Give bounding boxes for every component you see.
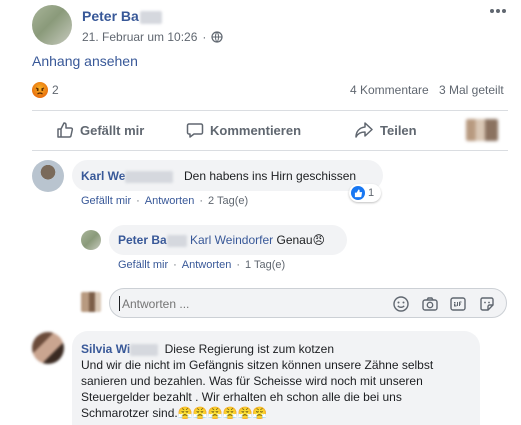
separator-dot: · [199, 195, 203, 207]
comment-author-avatar[interactable] [32, 160, 64, 192]
redaction-mark [125, 170, 174, 183]
comment-button[interactable]: Kommentieren [186, 121, 301, 139]
separator-dot: · [136, 195, 140, 207]
comment-button-label: Kommentieren [210, 122, 302, 138]
redaction-mark [166, 234, 187, 247]
current-user-avatar [81, 292, 101, 312]
comment-like-link[interactable]: Gefällt mir [81, 195, 131, 207]
separator-dot: · [173, 259, 177, 271]
emoji-picker-button[interactable] [392, 295, 410, 316]
reply-input-container[interactable] [109, 288, 507, 318]
shares-count-link[interactable]: 3 Mal geteilt [439, 83, 504, 97]
divider [32, 110, 508, 111]
camera-button[interactable] [421, 295, 439, 316]
gif-icon [450, 297, 466, 311]
comment-author-name[interactable]: Karl We [81, 169, 174, 183]
comment-text: Den habens ins Hirn geschissen [184, 169, 357, 183]
smiley-icon [393, 296, 409, 312]
reply-author-name[interactable]: Peter Ba [118, 233, 187, 247]
profile-selector-avatar[interactable] [466, 119, 498, 141]
reply-mention[interactable]: Karl Weindorfer [190, 233, 273, 247]
share-button[interactable]: Teilen [354, 121, 417, 139]
attachment-link[interactable]: Anhang ansehen [32, 53, 138, 69]
reply-body: Karl Weindorfer Genau😠 [190, 233, 325, 247]
reply-actions: Gefällt mir · Antworten · 1 Tag(e) [118, 259, 285, 271]
post-author-avatar[interactable] [32, 5, 72, 45]
separator-dot: · [236, 259, 240, 271]
reply-reply-link[interactable]: Antworten [182, 259, 232, 271]
like-reaction-icon [351, 186, 365, 200]
globe-icon [211, 31, 224, 43]
share-icon [355, 122, 373, 138]
like-button[interactable]: Gefällt mir [56, 121, 144, 139]
redaction-mark [130, 343, 159, 356]
post-options-button[interactable] [488, 4, 508, 18]
post-meta: 21. Februar um 10:26 · [82, 30, 224, 44]
reply-input[interactable] [122, 295, 382, 312]
meta-separator: · [202, 30, 207, 44]
gif-button[interactable] [449, 295, 467, 316]
emoji-sequence: 😤😤😤😤😤😤 [177, 406, 268, 420]
comment-body: Silvia Wi Diese Regierung ist zum kotzen… [81, 341, 473, 421]
comment-author-avatar[interactable] [32, 332, 64, 364]
reaction-count: 2 [52, 83, 59, 97]
comments-count-link[interactable]: 4 Kommentare [350, 83, 429, 97]
sticker-icon [480, 297, 494, 311]
comment-time[interactable]: 2 Tag(e) [208, 195, 248, 207]
camera-icon [422, 297, 438, 311]
comment-reply-link[interactable]: Antworten [145, 195, 195, 207]
comment-actions: Gefällt mir · Antworten · 2 Tag(e) [81, 195, 248, 207]
comment-icon [186, 123, 204, 138]
like-button-label: Gefällt mir [80, 122, 145, 138]
reply-like-link[interactable]: Gefällt mir [118, 259, 168, 271]
reply-author-avatar[interactable] [81, 230, 101, 250]
share-button-label: Teilen [380, 122, 417, 138]
reply-time[interactable]: 1 Tag(e) [245, 259, 285, 271]
angry-emoji: 😠 [312, 233, 326, 247]
angry-reaction-icon [32, 82, 48, 98]
comment-text-first: Diese Regierung ist zum kotzen [164, 342, 335, 356]
divider [32, 150, 508, 151]
redaction-mark [139, 10, 162, 24]
comment-reaction-badge[interactable]: 1 [349, 184, 381, 202]
post-timestamp[interactable]: 21. Februar um 10:26 [82, 30, 197, 44]
reply-text: Genau [273, 233, 313, 247]
sticker-button[interactable] [478, 295, 496, 316]
ellipsis-icon [490, 9, 506, 13]
comment-reaction-count: 1 [368, 187, 375, 199]
thumbs-up-icon [57, 122, 74, 138]
comment-author-name[interactable]: Silvia Wi [81, 342, 159, 356]
text-cursor [119, 296, 120, 311]
post-author-name[interactable]: Peter Ba [82, 8, 162, 24]
reaction-summary[interactable]: 2 [32, 82, 59, 98]
